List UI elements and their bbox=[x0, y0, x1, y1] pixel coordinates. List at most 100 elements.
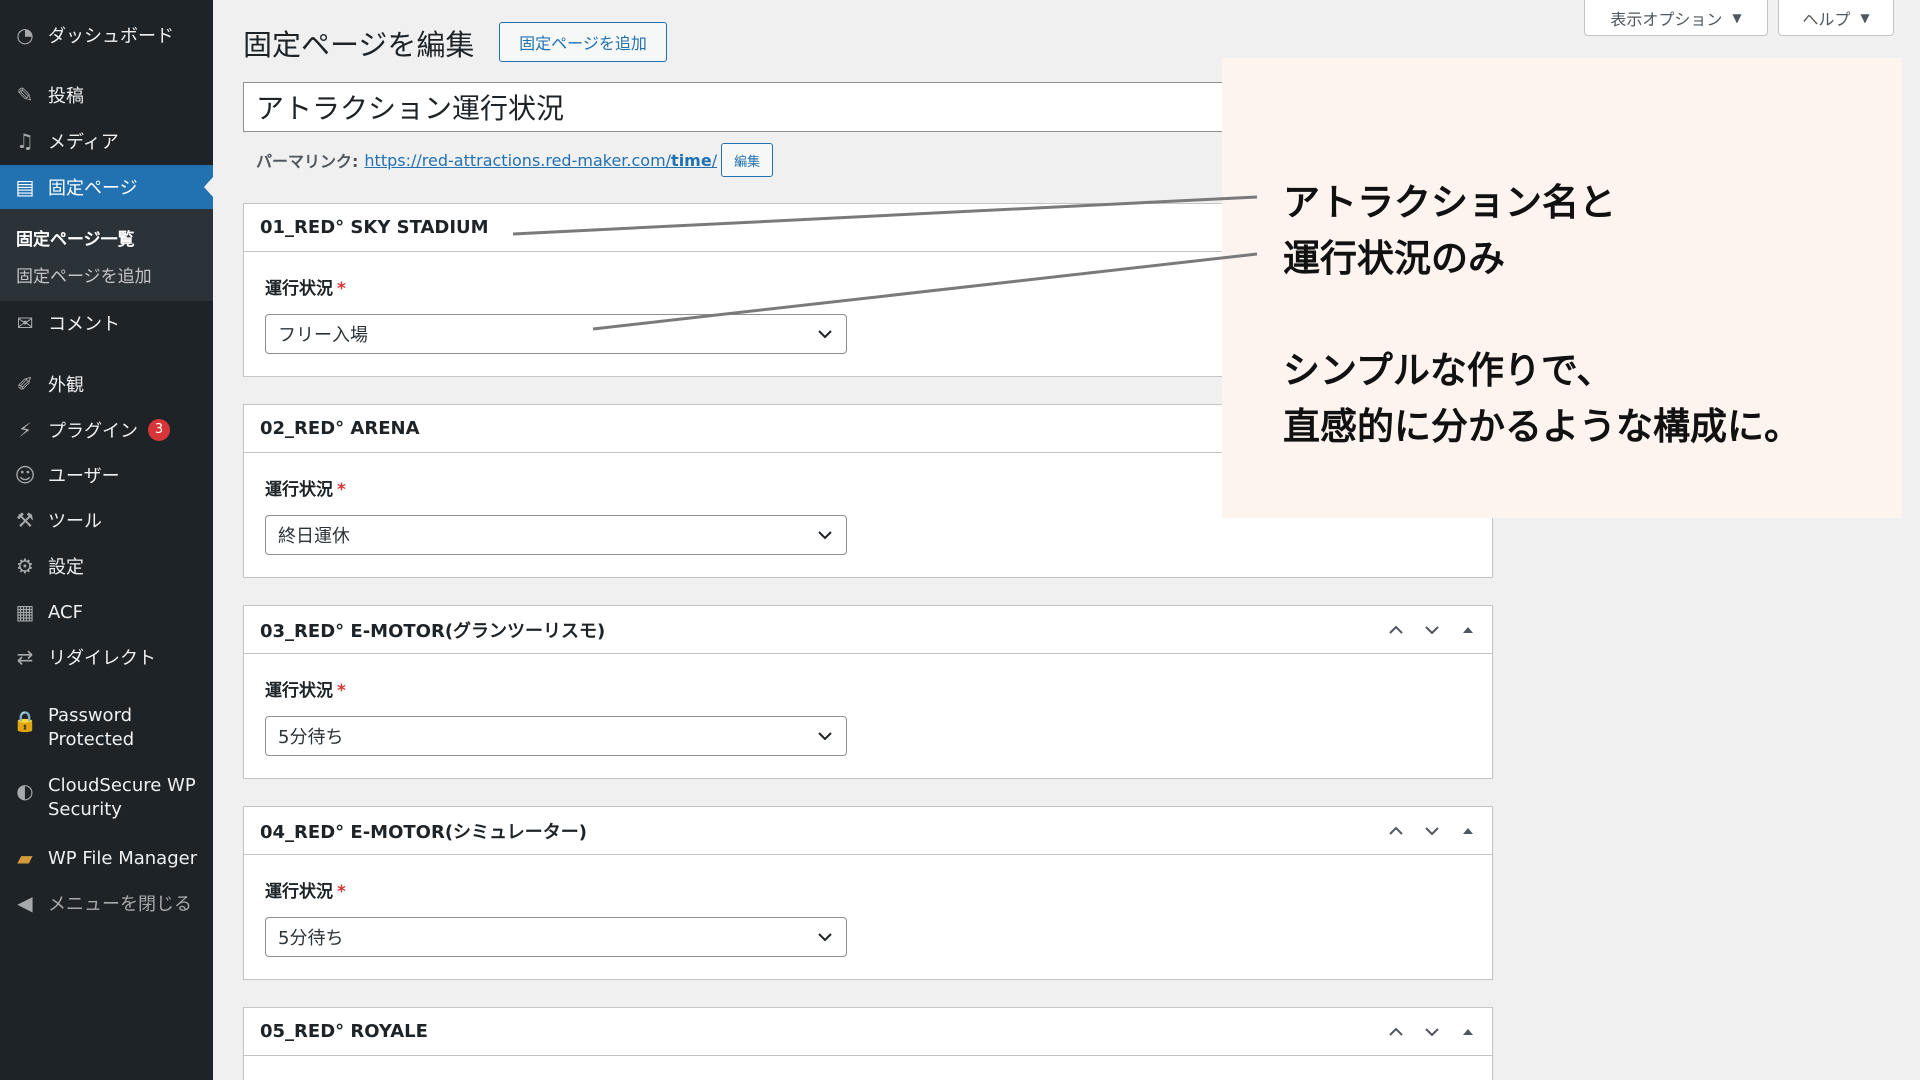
sidebar-item-tools[interactable]: ⚒ ツール bbox=[0, 498, 213, 542]
sidebar-item-dashboard[interactable]: ◔ ダッシュボード bbox=[0, 13, 213, 57]
sidebar-item-label: 投稿 bbox=[48, 86, 84, 107]
box-controls bbox=[1386, 819, 1478, 843]
sidebar-item-label: ユーザー bbox=[48, 466, 120, 487]
collapse-menu-button[interactable]: ◀ メニューを閉じる bbox=[0, 881, 213, 925]
callout-line: シンプルな作りで、 bbox=[1283, 349, 1614, 392]
box-title: 04_RED° E-MOTOR(シミュレーター) bbox=[244, 807, 1492, 855]
user-icon: ☺ bbox=[14, 463, 36, 487]
permalink-link[interactable]: https://red-attractions.red-maker.com/ti… bbox=[364, 151, 717, 170]
move-up-icon[interactable] bbox=[1386, 618, 1406, 642]
callout-line: アトラクション名と bbox=[1283, 181, 1616, 224]
move-up-icon[interactable] bbox=[1386, 819, 1406, 843]
sidebar-item-pages[interactable]: ▤ 固定ページ bbox=[0, 165, 213, 209]
collapse-icon: ◀ bbox=[17, 891, 33, 915]
collapse-toggle-icon[interactable] bbox=[1458, 1020, 1478, 1044]
annotation-callout: アトラクション名と 運行状況のみ シンプルな作りで、 直感的に分かるような構成に… bbox=[1222, 58, 1902, 518]
sidebar-item-label: CloudSecure WP Security bbox=[48, 775, 196, 820]
sidebar-item-password-protected[interactable]: 🔒 Password Protected bbox=[0, 704, 213, 760]
permalink-row: パーマリンク: https://red-attractions.red-make… bbox=[256, 143, 774, 177]
callout-line: 直感的に分かるような構成に。 bbox=[1283, 405, 1801, 448]
sidebar-item-cloudsecure[interactable]: ◐ CloudSecure WP Security bbox=[0, 774, 213, 830]
field-label: 運行状況 * bbox=[265, 681, 346, 701]
submenu-all-pages[interactable]: 固定ページ一覧 bbox=[16, 225, 135, 250]
sidebar-item-label: 固定ページ bbox=[48, 178, 138, 199]
field-label: 運行状況 * bbox=[265, 480, 346, 500]
lock-icon: 🔒 bbox=[12, 709, 38, 733]
sidebar-item-label: 設定 bbox=[48, 557, 84, 578]
caret-down-icon: ▼ bbox=[1860, 10, 1870, 25]
sidebar-item-label: ツール bbox=[48, 511, 102, 532]
add-page-button[interactable]: 固定ページを追加 bbox=[499, 22, 667, 62]
sidebar-item-label: WP File Manager bbox=[48, 847, 198, 869]
sidebar-item-settings[interactable]: ⚙ 設定 bbox=[0, 544, 213, 588]
sidebar-item-acf[interactable]: ▦ ACF bbox=[0, 590, 213, 634]
pages-icon: ▤ bbox=[15, 175, 35, 199]
admin-sidebar: ◔ ダッシュボード ✎ 投稿 ♫ メディア ▤ 固定ページ 固定ページ一覧 固定… bbox=[0, 0, 213, 1080]
media-icon: ♫ bbox=[16, 129, 34, 153]
sidebar-item-label: Password Protected bbox=[48, 705, 135, 750]
collapse-toggle-icon[interactable] bbox=[1458, 618, 1478, 642]
box-controls bbox=[1386, 1020, 1478, 1044]
status-select[interactable]: 5分待ち bbox=[265, 917, 847, 957]
help-button[interactable]: ヘルプ ▼ bbox=[1778, 0, 1894, 36]
move-down-icon[interactable] bbox=[1422, 1020, 1442, 1044]
pin-icon: ✎ bbox=[16, 83, 34, 107]
chevron-down-icon bbox=[818, 330, 832, 339]
settings-icon: ⚙ bbox=[16, 554, 34, 578]
chevron-down-icon bbox=[818, 732, 832, 741]
field-group-box: 03_RED° E-MOTOR(グランツーリスモ) 運行状況 * 5分待ち bbox=[243, 605, 1493, 779]
permalink-base: https://red-attractions.red-maker.com/ bbox=[364, 150, 672, 170]
box-controls bbox=[1386, 618, 1478, 642]
appearance-icon: ✐ bbox=[16, 372, 34, 396]
status-select[interactable]: 終日運休 bbox=[265, 515, 847, 555]
sidebar-item-media[interactable]: ♫ メディア bbox=[0, 119, 213, 163]
pages-submenu: 固定ページ一覧 固定ページを追加 bbox=[0, 209, 213, 301]
sidebar-item-label: ダッシュボード bbox=[48, 26, 174, 47]
move-down-icon[interactable] bbox=[1422, 819, 1442, 843]
caret-down-icon: ▼ bbox=[1732, 10, 1742, 25]
permalink-trail: / bbox=[711, 150, 718, 170]
move-up-icon[interactable] bbox=[1386, 1020, 1406, 1044]
sidebar-item-redirect[interactable]: ⇄ リダイレクト bbox=[0, 635, 213, 679]
status-select[interactable]: 5分待ち bbox=[265, 716, 847, 756]
chevron-down-icon bbox=[818, 933, 832, 942]
update-count-badge: 3 bbox=[148, 419, 170, 441]
status-select[interactable]: フリー入場 bbox=[265, 314, 847, 354]
sidebar-item-plugins[interactable]: ⚡ プラグイン 3 bbox=[0, 408, 213, 452]
help-label: ヘルプ bbox=[1802, 9, 1851, 29]
shield-icon: ◐ bbox=[16, 779, 34, 803]
sidebar-item-label: ACF bbox=[48, 601, 83, 623]
sidebar-item-label: 外観 bbox=[48, 375, 84, 396]
chevron-down-icon bbox=[818, 531, 832, 540]
permalink-slug: time bbox=[671, 150, 712, 170]
field-label: 運行状況 * bbox=[265, 882, 346, 902]
box-title: 05_RED° ROYALE bbox=[244, 1008, 1492, 1056]
sidebar-item-posts[interactable]: ✎ 投稿 bbox=[0, 73, 213, 117]
tools-icon: ⚒ bbox=[16, 508, 34, 532]
sidebar-item-comments[interactable]: ✉ コメント bbox=[0, 301, 213, 345]
field-label: 運行状況 * bbox=[265, 279, 346, 299]
callout-line: 運行状況のみ bbox=[1283, 237, 1505, 280]
field-group-box: 05_RED° ROYALE bbox=[243, 1007, 1493, 1080]
permalink-edit-button[interactable]: 編集 bbox=[721, 143, 774, 177]
screen-options-button[interactable]: 表示オプション ▼ bbox=[1584, 0, 1768, 36]
sidebar-item-label: コメント bbox=[48, 314, 120, 335]
redirect-icon: ⇄ bbox=[16, 645, 34, 669]
screen-options-label: 表示オプション bbox=[1610, 9, 1723, 29]
move-down-icon[interactable] bbox=[1422, 618, 1442, 642]
box-title: 03_RED° E-MOTOR(グランツーリスモ) bbox=[244, 606, 1492, 654]
sidebar-item-file-manager[interactable]: ▰ WP File Manager bbox=[0, 836, 213, 880]
field-group-box: 04_RED° E-MOTOR(シミュレーター) 運行状況 * 5分待ち bbox=[243, 806, 1493, 980]
dashboard-icon: ◔ bbox=[16, 23, 34, 47]
plugin-icon: ⚡ bbox=[17, 418, 33, 442]
acf-icon: ▦ bbox=[15, 600, 35, 624]
select-value: 5分待ち bbox=[278, 727, 344, 748]
sidebar-item-users[interactable]: ☺ ユーザー bbox=[0, 453, 213, 497]
folder-icon: ▰ bbox=[17, 846, 33, 870]
permalink-label: パーマリンク: bbox=[256, 152, 359, 171]
sidebar-item-label: リダイレクト bbox=[48, 648, 156, 669]
submenu-add-page[interactable]: 固定ページを追加 bbox=[16, 262, 152, 287]
sidebar-item-appearance[interactable]: ✐ 外観 bbox=[0, 362, 213, 406]
select-value: 終日運休 bbox=[278, 526, 350, 547]
collapse-toggle-icon[interactable] bbox=[1458, 819, 1478, 843]
